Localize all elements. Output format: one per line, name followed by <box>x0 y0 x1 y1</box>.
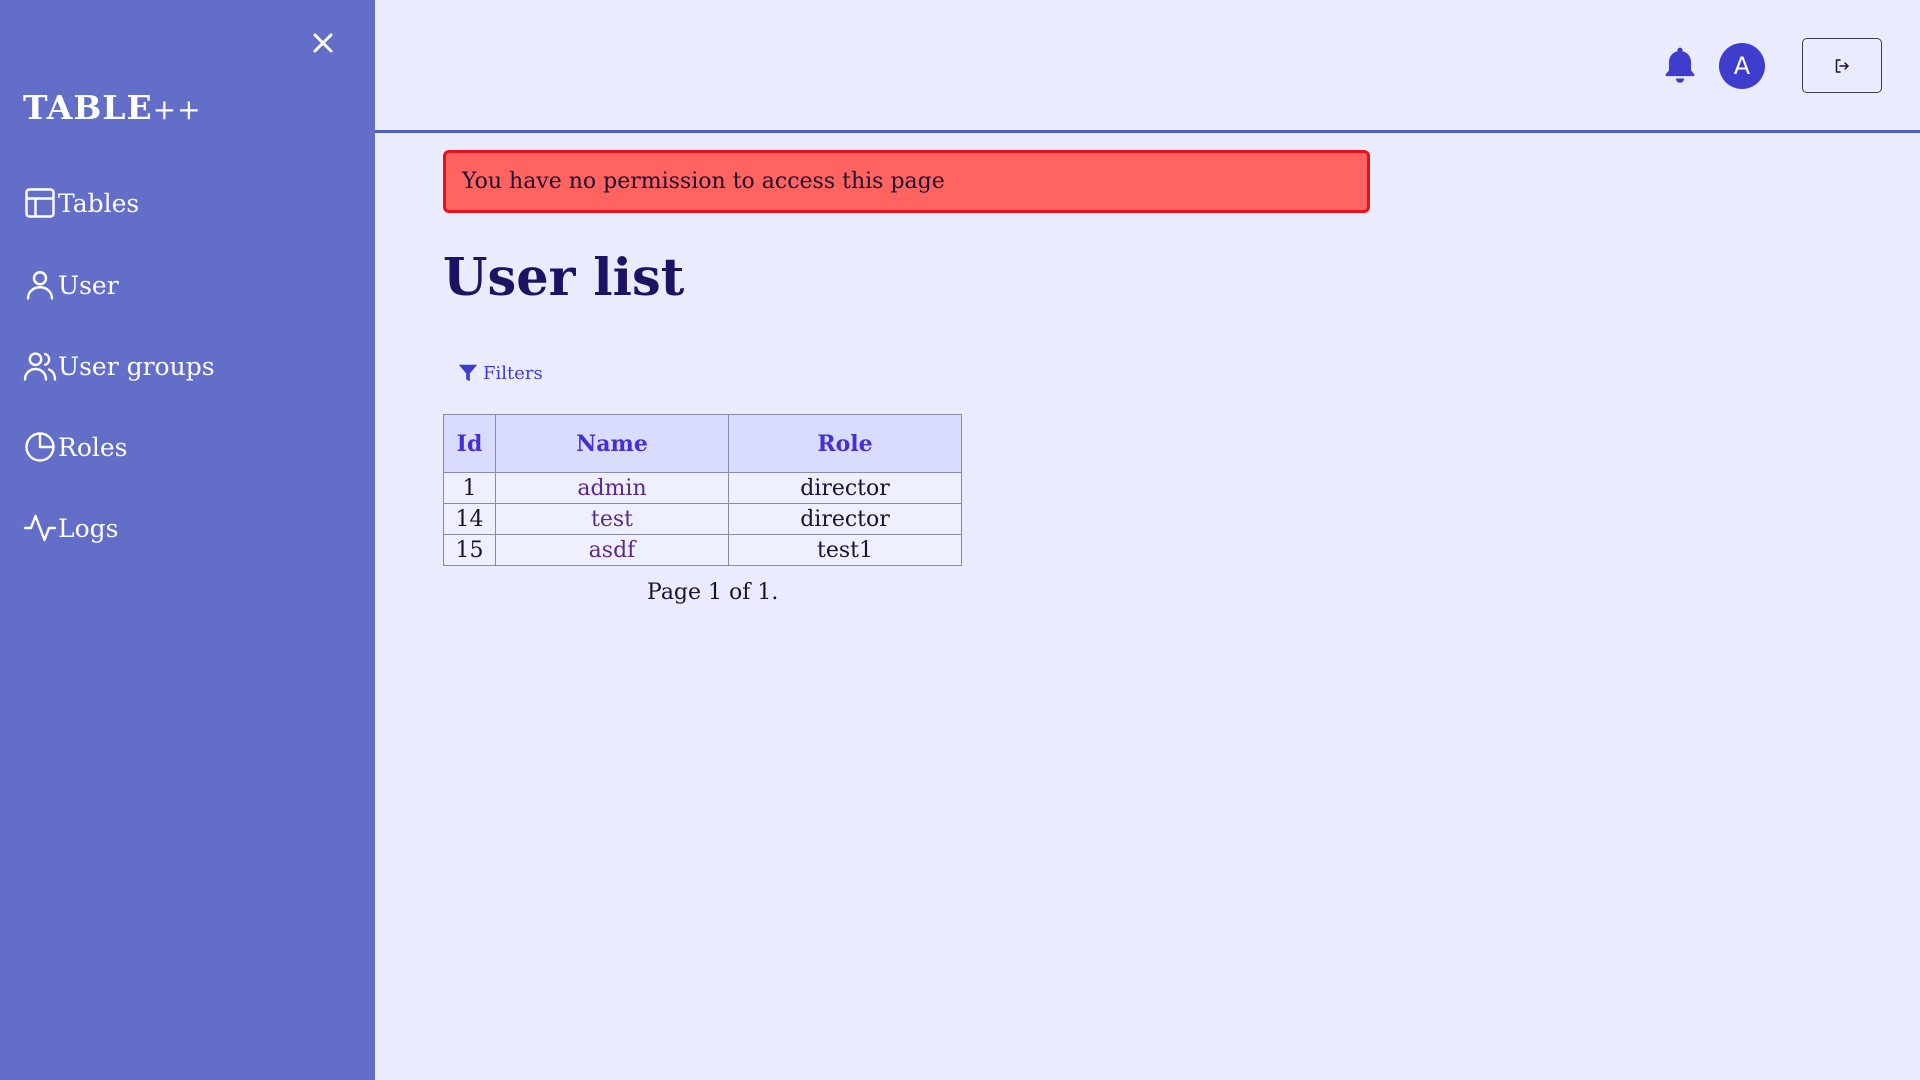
cell-role: test1 <box>728 534 962 566</box>
sidebar-item-label: User groups <box>58 351 215 381</box>
sidebar-item-label: User <box>58 270 119 300</box>
bell-icon <box>1665 47 1695 83</box>
page-title: User list <box>443 248 685 308</box>
brand-main: TABLE <box>23 88 153 127</box>
sidebar-item-label: Logs <box>58 513 119 543</box>
notifications-button[interactable] <box>1661 44 1699 86</box>
sidebar-item-user[interactable]: User <box>22 263 119 307</box>
table-row[interactable]: 15 asdf test1 <box>443 534 962 566</box>
cell-name: admin <box>495 472 729 504</box>
sidebar-item-logs[interactable]: Logs <box>22 506 119 550</box>
logout-button[interactable] <box>1802 38 1882 93</box>
filter-icon <box>458 364 478 382</box>
cell-role: director <box>728 503 962 535</box>
cell-id: 14 <box>443 503 496 535</box>
brand-suffix: ++ <box>152 93 202 126</box>
column-header-id[interactable]: Id <box>443 414 496 473</box>
sidebar-item-label: Tables <box>58 188 140 218</box>
top-bar: A <box>375 0 1920 133</box>
sidebar-item-label: Roles <box>58 432 128 462</box>
sidebar-item-roles[interactable]: Roles <box>22 425 128 469</box>
users-icon <box>23 352 57 381</box>
cell-role: director <box>728 472 962 504</box>
avatar[interactable]: A <box>1719 43 1765 89</box>
pie-chart-icon <box>25 432 55 462</box>
users-table: Id Name Role 1 admin director 14 test di… <box>443 414 962 566</box>
column-header-name[interactable]: Name <box>495 414 729 473</box>
table-row[interactable]: 14 test director <box>443 503 962 535</box>
table-header-row: Id Name Role <box>443 414 962 473</box>
close-icon <box>313 33 333 53</box>
table-icon <box>25 188 55 218</box>
sidebar: TABLE++ Tables User User groups Roles Lo… <box>0 0 375 1080</box>
filters-button[interactable]: Filters <box>457 358 543 388</box>
sidebar-item-user-groups[interactable]: User groups <box>22 344 215 388</box>
activity-icon <box>23 514 57 542</box>
cell-id: 1 <box>443 472 496 504</box>
user-icon <box>26 271 54 300</box>
cell-id: 15 <box>443 534 496 566</box>
app-root: TABLE++ Tables User User groups Roles Lo… <box>0 0 1920 1080</box>
main-content: A You have no permission to access this … <box>375 0 1920 1080</box>
cell-name: asdf <box>495 534 729 566</box>
permission-alert: You have no permission to access this pa… <box>443 150 1370 213</box>
brand-logo[interactable]: TABLE++ <box>23 88 202 127</box>
close-sidebar-button[interactable] <box>304 24 342 62</box>
filters-label: Filters <box>483 362 543 384</box>
table-row[interactable]: 1 admin director <box>443 472 962 504</box>
sidebar-item-tables[interactable]: Tables <box>22 181 139 225</box>
cell-name: test <box>495 503 729 535</box>
logout-icon <box>1835 58 1849 73</box>
pagination-info: Page 1 of 1. <box>647 580 779 605</box>
column-header-role[interactable]: Role <box>728 414 962 473</box>
